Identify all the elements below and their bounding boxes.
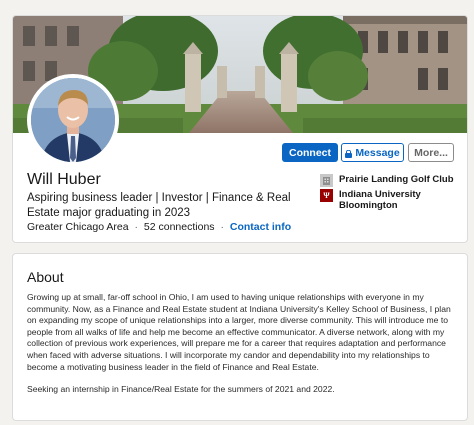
profile-card: Connect Message More... Will Huber Aspir… bbox=[12, 15, 468, 243]
connect-button[interactable]: Connect bbox=[282, 143, 338, 162]
separator-dot: · bbox=[134, 221, 138, 233]
about-title: About bbox=[27, 269, 64, 285]
more-button[interactable]: More... bbox=[408, 143, 454, 162]
more-label: More... bbox=[414, 146, 448, 159]
profile-location: Greater Chicago Area bbox=[27, 221, 129, 233]
experience-name: Prairie Landing Golf Club bbox=[339, 174, 454, 185]
profile-avatar[interactable] bbox=[27, 74, 119, 166]
building-icon bbox=[320, 174, 333, 187]
education-link[interactable]: Ψ Indiana University Bloomington bbox=[320, 189, 439, 211]
contact-info-link[interactable]: Contact info bbox=[230, 221, 291, 233]
profile-name: Will Huber bbox=[27, 171, 101, 188]
lock-icon bbox=[345, 149, 353, 158]
experience-link[interactable]: Prairie Landing Golf Club bbox=[320, 174, 454, 187]
profile-headline: Aspiring business leader | Investor | Fi… bbox=[27, 192, 291, 219]
about-paragraph: Growing up at small, far-off school in O… bbox=[27, 292, 451, 372]
education-name: Indiana University Bloomington bbox=[339, 189, 421, 211]
iu-logo: Ψ bbox=[320, 189, 333, 202]
connections-count: 52 connections bbox=[143, 221, 215, 233]
location-row: Greater Chicago Area · 52 connections · … bbox=[27, 221, 291, 233]
connect-label: Connect bbox=[289, 146, 331, 159]
about-body: Growing up at small, far-off school in O… bbox=[27, 292, 459, 396]
message-label: Message bbox=[355, 146, 400, 159]
about-card: About Growing up at small, far-off schoo… bbox=[12, 253, 468, 421]
separator-dot: · bbox=[220, 221, 224, 233]
message-button[interactable]: Message bbox=[341, 143, 404, 162]
about-paragraph: Seeking an internship in Finance/Real Es… bbox=[27, 384, 335, 395]
